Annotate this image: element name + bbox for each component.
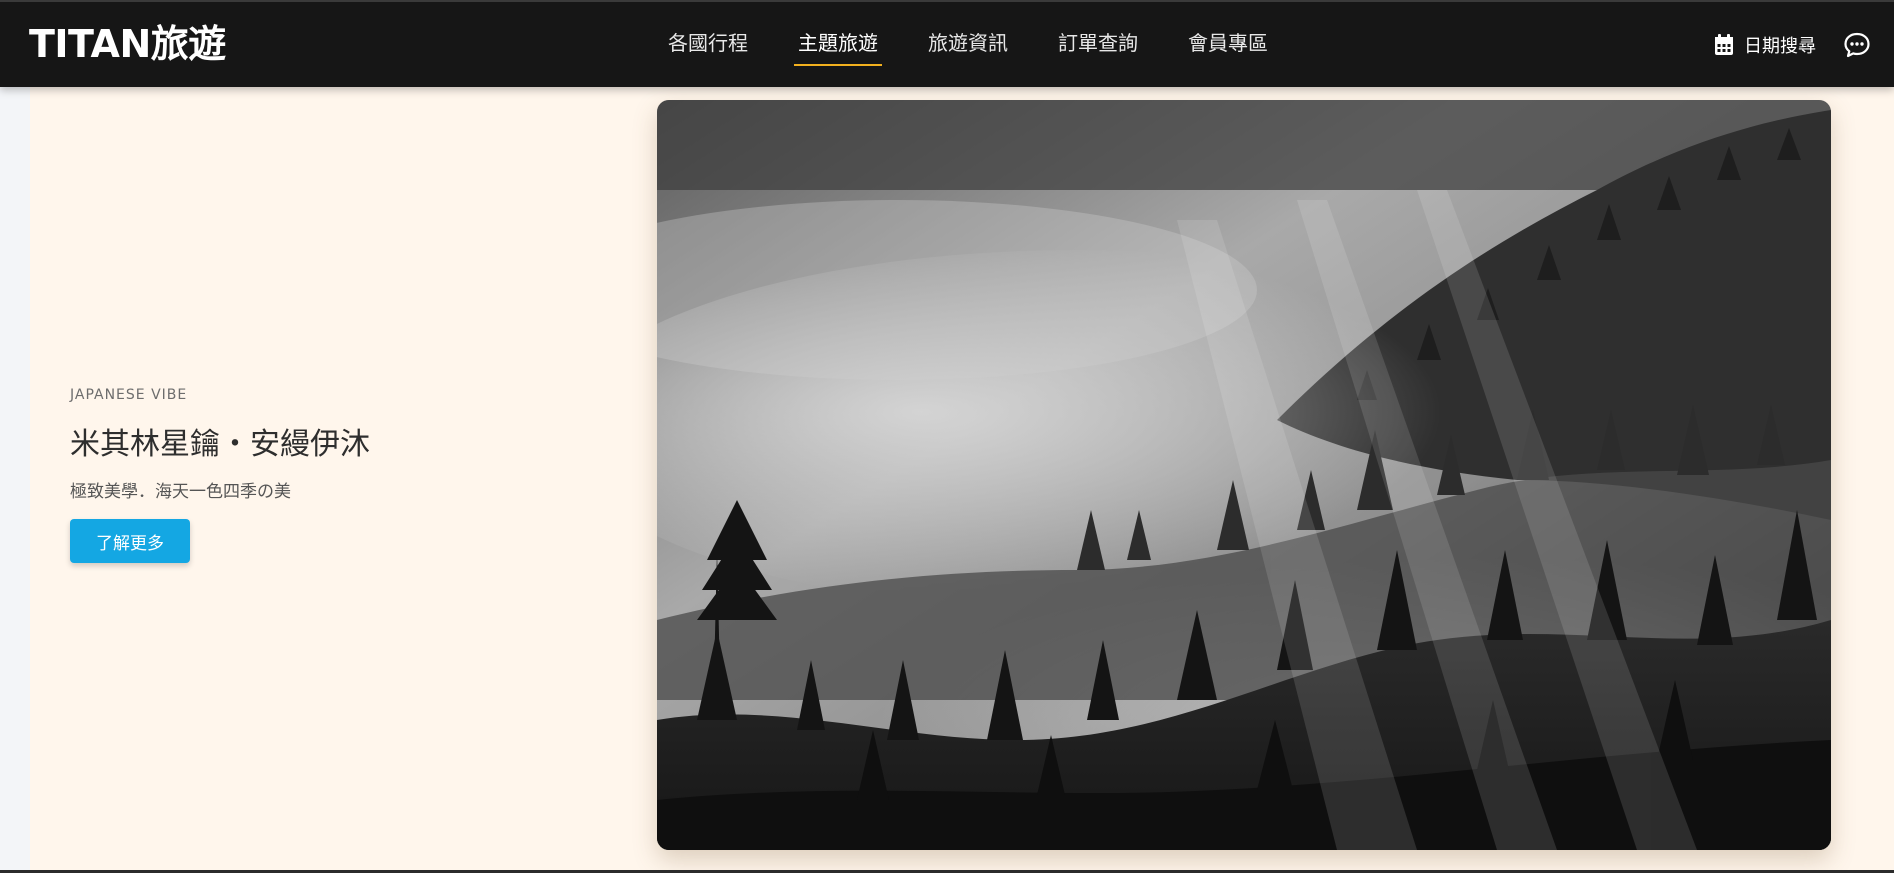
nav-item-countries[interactable]: 各國行程 <box>664 28 752 66</box>
hero-eyebrow: JAPANESE VIBE <box>70 387 188 403</box>
date-search-label: 日期搜尋 <box>1744 36 1816 57</box>
nav-item-themes[interactable]: 主題旅遊 <box>794 28 882 66</box>
brand-logo[interactable]: TITAN旅遊 <box>29 20 226 68</box>
page-gutter <box>0 87 30 873</box>
main-nav: 各國行程 主題旅遊 旅遊資訊 訂單查詢 會員專區 <box>664 28 1314 66</box>
hero-subtitle: 極致美學．海天一色四季の美 <box>70 482 291 502</box>
hero-photo[interactable] <box>657 100 1831 850</box>
nav-item-orders[interactable]: 訂單查詢 <box>1054 28 1142 66</box>
chat-bubble-icon[interactable] <box>1843 31 1871 59</box>
nav-item-travel-info[interactable]: 旅遊資訊 <box>924 28 1012 66</box>
calendar-icon <box>1715 34 1733 55</box>
misty-forest-image <box>657 100 1831 850</box>
nav-item-members[interactable]: 會員專區 <box>1184 28 1272 66</box>
hero-section: JAPANESE VIBE 米其林星鑰・安縵伊沐 極致美學．海天一色四季の美 了… <box>30 87 1894 873</box>
hero-title: 米其林星鑰・安縵伊沐 <box>70 427 370 462</box>
top-navbar: TITAN旅遊 各國行程 主題旅遊 旅遊資訊 訂單查詢 會員專區 日期搜尋 <box>0 0 1894 87</box>
date-search-button[interactable]: 日期搜尋 <box>1714 32 1816 58</box>
learn-more-button[interactable]: 了解更多 <box>70 519 190 563</box>
